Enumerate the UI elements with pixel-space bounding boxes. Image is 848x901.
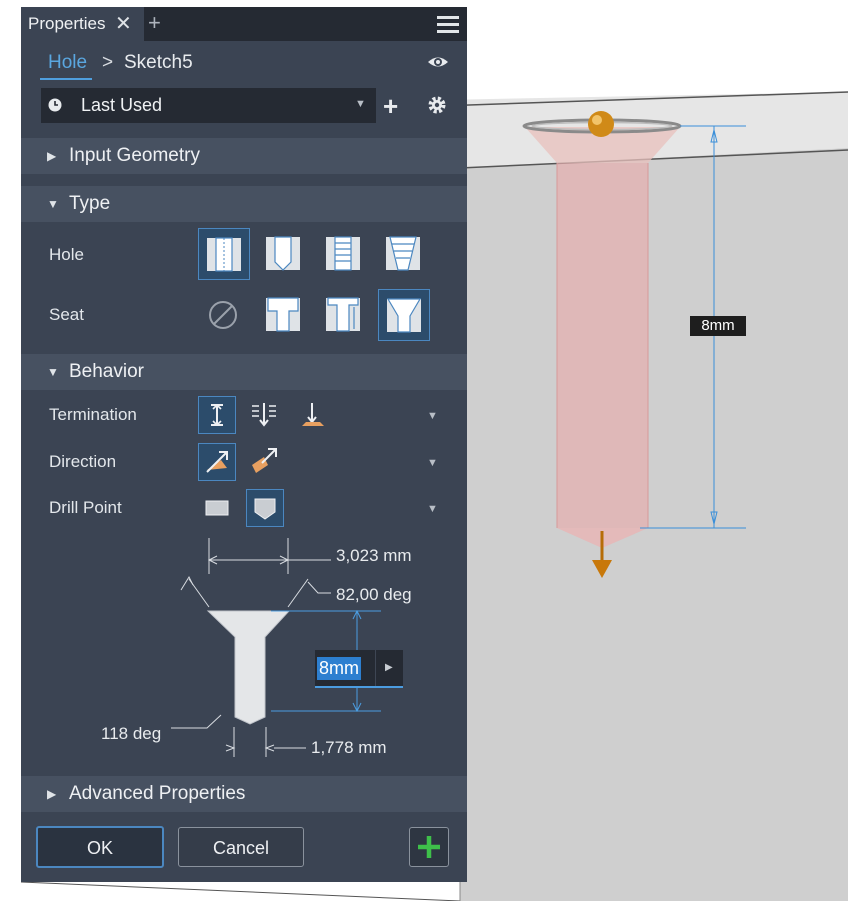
chevron-down-icon: ▼ <box>47 197 59 211</box>
counterbore-icon <box>266 297 300 332</box>
clock-icon <box>48 98 62 112</box>
no-seat-icon <box>209 301 237 329</box>
depth-input-value[interactable]: 8mm <box>317 657 361 680</box>
section-type-title: Type <box>69 193 111 214</box>
diameter-dimension[interactable]: 3,023 mm <box>336 546 412 566</box>
tapped-hole-button[interactable] <box>318 228 370 280</box>
chevron-down-icon: ▼ <box>355 98 366 110</box>
plus-icon <box>418 836 440 858</box>
distance-icon <box>211 403 223 427</box>
preset-value: Last Used <box>81 95 163 115</box>
section-behavior[interactable]: ▼ Behavior <box>21 354 467 390</box>
depth-dimension-label[interactable]: 8mm <box>690 316 746 336</box>
seat-none-button[interactable] <box>198 289 250 341</box>
termination-dropdown-icon[interactable]: ▼ <box>427 410 438 422</box>
chevron-right-icon: ▶ <box>47 787 57 801</box>
depth-input[interactable]: 8mm ▶ <box>315 650 403 688</box>
drill-point-label: Drill Point <box>49 498 122 517</box>
preset-select[interactable]: Last Used ▼ <box>41 88 376 123</box>
ok-button-label: OK <box>86 838 113 858</box>
cancel-button[interactable]: Cancel <box>178 827 304 867</box>
flat-drill-point-icon <box>205 500 229 516</box>
spotface-icon <box>326 297 360 332</box>
drill-point-flat-button[interactable] <box>198 489 236 527</box>
countersink-icon <box>386 298 422 333</box>
section-behavior-title: Behavior <box>69 361 144 382</box>
depth-input-separator <box>375 650 376 686</box>
cancel-button-label: Cancel <box>212 838 270 858</box>
to-face-icon <box>302 403 324 426</box>
termination-distance-button[interactable] <box>198 396 236 434</box>
direction-label: Direction <box>49 452 117 471</box>
section-type[interactable]: ▼ Type <box>21 186 467 222</box>
breadcrumb-chevron-icon: > <box>102 52 114 73</box>
part-front-face <box>460 148 848 901</box>
menu-icon[interactable] <box>437 16 459 34</box>
direction-default-icon <box>206 451 228 473</box>
tab-properties[interactable]: Properties ✕ <box>21 7 144 41</box>
simple-hole-button[interactable] <box>198 228 250 280</box>
through-all-icon <box>252 403 276 427</box>
panel-tab-bar: Properties ✕ + <box>21 7 467 41</box>
gear-icon[interactable] <box>427 95 447 115</box>
drill-diameter-dimension[interactable]: 1,778 mm <box>311 738 387 758</box>
add-tab-button[interactable]: + <box>148 10 161 36</box>
chevron-right-icon: ▶ <box>47 149 57 163</box>
taper-tapped-hole-icon <box>386 236 420 271</box>
termination-through-all-button[interactable] <box>246 396 284 434</box>
hole-body-preview <box>557 163 648 528</box>
drill-point-angle-button[interactable] <box>246 489 284 527</box>
simple-hole-icon <box>207 237 241 272</box>
hole-position-handle[interactable] <box>588 111 614 137</box>
hole-type-label: Hole <box>49 245 84 264</box>
section-input-geometry[interactable]: ▶ Input Geometry <box>21 138 467 174</box>
properties-panel: Properties ✕ + Hole > Sketch5 Last Used … <box>21 7 467 882</box>
tab-properties-label: Properties <box>28 14 106 33</box>
spotface-button[interactable] <box>318 289 370 341</box>
breadcrumb-sketch[interactable]: Sketch5 <box>124 52 193 74</box>
counterbore-button[interactable] <box>258 289 310 341</box>
taper-tapped-hole-button[interactable] <box>378 228 430 280</box>
section-input-geometry-title: Input Geometry <box>69 145 200 166</box>
countersink-button[interactable] <box>378 289 430 341</box>
tapped-hole-icon <box>326 236 360 271</box>
direction-default-button[interactable] <box>198 443 236 481</box>
angle-drill-point-icon <box>254 498 276 520</box>
ok-button[interactable]: OK <box>36 826 164 868</box>
countersink-angle-dimension[interactable]: 82,00 deg <box>336 585 412 605</box>
eye-icon[interactable] <box>427 53 449 71</box>
clearance-hole-icon <box>266 236 300 271</box>
part-edge-bottom <box>20 881 461 901</box>
add-preset-button[interactable]: + <box>383 91 398 122</box>
termination-label: Termination <box>49 405 137 424</box>
section-advanced-properties[interactable]: ▶ Advanced Properties <box>21 776 467 812</box>
drill-point-angle-dimension[interactable]: 118 deg <box>101 724 161 744</box>
apply-button[interactable] <box>409 827 449 867</box>
chevron-right-icon[interactable]: ▶ <box>385 662 393 673</box>
breadcrumb-active-underline <box>40 78 92 80</box>
direction-dropdown-icon[interactable]: ▼ <box>427 457 438 469</box>
close-icon[interactable]: ✕ <box>115 11 132 36</box>
seat-type-label: Seat <box>49 305 84 324</box>
clearance-hole-button[interactable] <box>258 228 310 280</box>
breadcrumb-hole[interactable]: Hole <box>48 52 87 74</box>
termination-to-button[interactable] <box>294 396 332 434</box>
drill-point-dropdown-icon[interactable]: ▼ <box>427 503 438 515</box>
section-advanced-title: Advanced Properties <box>69 783 246 804</box>
direction-flip-button[interactable] <box>246 443 284 481</box>
chevron-down-icon: ▼ <box>47 365 59 379</box>
direction-flip-icon <box>252 448 277 473</box>
